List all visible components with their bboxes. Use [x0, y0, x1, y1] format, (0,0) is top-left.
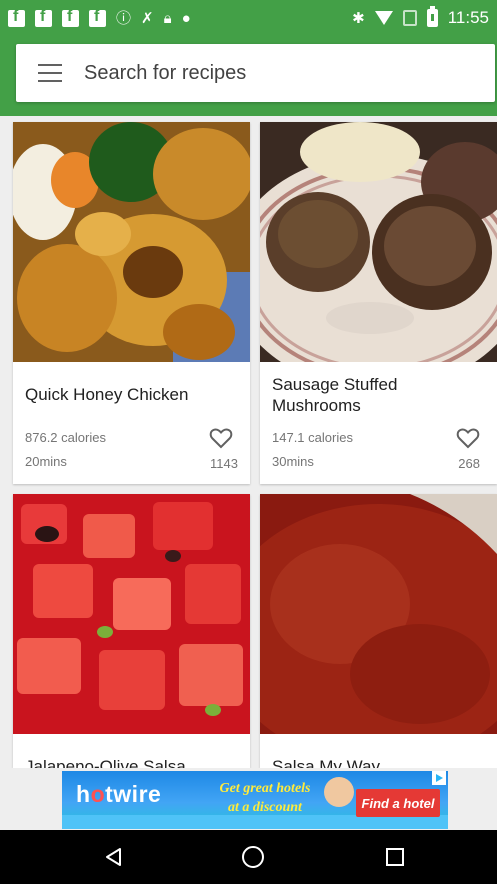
- ad-person-graphic: [324, 777, 354, 807]
- recipe-photo-stuffed-mushrooms: [260, 122, 497, 362]
- recipe-card-jalapeno-olive-salsa[interactable]: Jalapeno-Olive Salsa: [13, 494, 250, 768]
- wifi-icon: [374, 11, 393, 25]
- back-triangle-icon[interactable]: [104, 847, 124, 867]
- recipe-title: Jalapeno-Olive Salsa: [25, 757, 186, 768]
- recipe-photo-salsa-my-way: [260, 494, 497, 734]
- recents-square-icon[interactable]: [386, 848, 404, 866]
- recipe-card-quick-honey-chicken[interactable]: Quick Honey Chicken 876.2 calories 20min…: [13, 122, 250, 484]
- recipe-calories: 147.1 calories: [272, 430, 353, 445]
- ad-tagline: Get great hotels at a discount: [219, 781, 311, 815]
- facebook-icon: [8, 8, 25, 27]
- app-bar: [0, 36, 497, 116]
- hamburger-menu-icon[interactable]: [38, 64, 62, 82]
- facebook-icon: [89, 8, 106, 27]
- status-bar: ⓘ ✗ 🔒︎ ● ✱ 11:55: [0, 0, 497, 36]
- hotwire-logo: hotwire: [76, 781, 162, 807]
- navigation-bar: [0, 830, 497, 884]
- battery-icon: [426, 6, 438, 27]
- recipe-photo-jalapeno-salsa: [13, 494, 250, 734]
- adchoices-icon[interactable]: [432, 771, 446, 785]
- sim-icon: [402, 10, 417, 26]
- heart-icon[interactable]: [208, 426, 234, 450]
- search-input[interactable]: [84, 61, 444, 85]
- heart-icon[interactable]: [455, 426, 481, 450]
- bluetooth-icon: ✱: [352, 9, 365, 27]
- hotwire-ad[interactable]: hotwire Get great hotels at a discount F…: [62, 771, 448, 829]
- like-count: 268: [458, 456, 480, 471]
- find-a-hotel-button[interactable]: Find a hotel: [356, 789, 440, 817]
- home-circle-icon[interactable]: [242, 846, 264, 868]
- recipe-title: Salsa My Way: [272, 757, 381, 768]
- search-bar[interactable]: [16, 44, 495, 102]
- recipe-card-sausage-stuffed-mushrooms[interactable]: Sausage Stuffed Mushrooms 147.1 calories…: [260, 122, 497, 484]
- clock: 11:55: [447, 8, 489, 27]
- android-icon: ●: [181, 9, 191, 27]
- info-icon: ⓘ: [116, 9, 132, 27]
- recipe-title: Quick Honey Chicken: [25, 385, 189, 404]
- no-signal-tool-icon: ✗: [141, 9, 154, 27]
- recipe-title: Sausage Stuffed Mushrooms: [272, 375, 398, 415]
- system-icons: ✱ 11:55: [352, 6, 489, 28]
- recipe-calories: 876.2 calories: [25, 430, 106, 445]
- notification-icons: ⓘ ✗ 🔒︎ ●: [8, 8, 191, 27]
- recipe-time: 30mins: [272, 454, 314, 469]
- lock-icon: 🔒︎: [163, 9, 172, 27]
- ad-pool-graphic: [62, 815, 448, 829]
- facebook-icon: [35, 8, 52, 27]
- like-count: 1143: [210, 456, 238, 471]
- recipe-time: 20mins: [25, 454, 67, 469]
- facebook-icon: [62, 8, 79, 27]
- ad-banner-area: hotwire Get great hotels at a discount F…: [0, 768, 497, 830]
- recipe-card-salsa-my-way[interactable]: Salsa My Way: [260, 494, 497, 768]
- recipe-photo-honey-chicken: [13, 122, 250, 362]
